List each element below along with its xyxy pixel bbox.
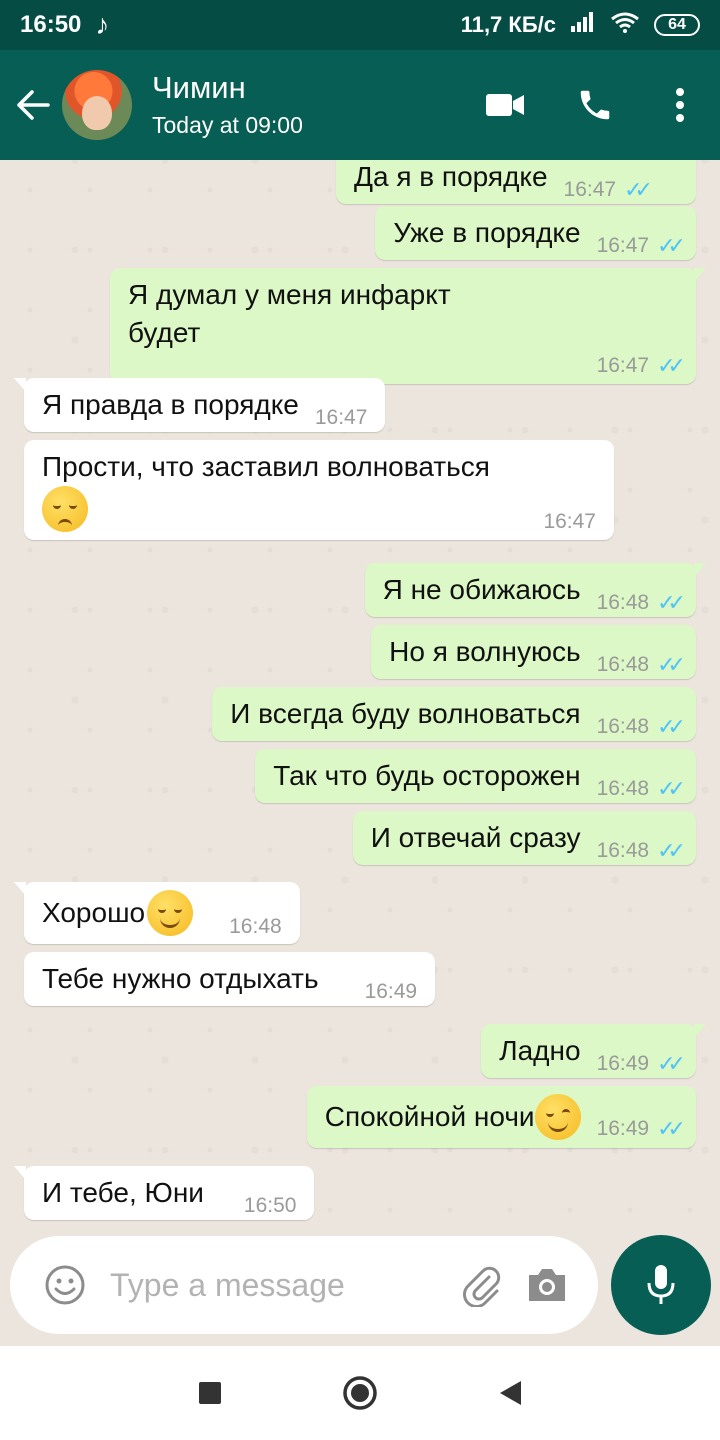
message-incoming[interactable]: Хорошо 16:48 bbox=[0, 882, 720, 944]
read-ticks-icon: ✓✓ bbox=[657, 652, 686, 677]
message-text: Прости, что заставил волноваться bbox=[42, 451, 490, 482]
pensive-face-emoji-icon bbox=[42, 486, 88, 532]
message-time: 16:47 bbox=[596, 354, 650, 377]
home-icon[interactable] bbox=[285, 1346, 435, 1440]
message-incoming[interactable]: Я правда в порядке 16:47 bbox=[0, 378, 720, 432]
more-options-icon[interactable] bbox=[640, 50, 720, 160]
contact-name: Чимин bbox=[152, 70, 246, 105]
message-outgoing[interactable]: Так что будь осторожен 16:48 ✓✓ bbox=[0, 749, 720, 803]
battery-icon: 64 bbox=[654, 14, 700, 36]
message-incoming[interactable]: Тебе нужно отдыхать 16:49 bbox=[0, 952, 720, 1006]
message-text: Тебе нужно отдыхать bbox=[42, 963, 319, 994]
message-text: И отвечай сразу bbox=[370, 822, 581, 853]
message-text: Но я волнуюсь bbox=[389, 636, 581, 667]
message-outgoing[interactable]: Я не обижаюсь 16:48 ✓✓ bbox=[0, 563, 720, 617]
message-text: И тебе, Юни bbox=[42, 1177, 204, 1208]
status-bar: 16:50 ♪ 11,7 КБ/с 64 bbox=[0, 0, 720, 50]
read-ticks-icon: ✓✓ bbox=[624, 177, 653, 202]
back-icon[interactable] bbox=[435, 1346, 585, 1440]
message-time: 16:50 bbox=[243, 1194, 297, 1217]
message-time: 16:47 bbox=[596, 234, 650, 257]
message-time: 16:48 bbox=[596, 715, 650, 738]
message-text: Я правда в порядке bbox=[42, 389, 299, 420]
message-time: 16:49 bbox=[596, 1117, 650, 1140]
smiling-face-emoji-icon bbox=[147, 890, 194, 936]
read-ticks-icon: ✓✓ bbox=[657, 776, 686, 801]
message-composer bbox=[10, 1236, 598, 1334]
message-text: Я думал у меня инфаркт будет bbox=[128, 279, 451, 348]
message-list[interactable]: Да я в порядке 16:47 ✓✓ Уже в порядке 16:… bbox=[0, 160, 720, 1230]
message-outgoing[interactable]: Я думал у меня инфаркт будет 16:47 ✓✓ bbox=[0, 268, 720, 384]
message-outgoing[interactable]: Спокойной ночи 16:49 ✓✓ bbox=[0, 1086, 720, 1148]
winking-face-emoji-icon bbox=[534, 1094, 581, 1140]
message-outgoing[interactable]: Да я в порядке 16:47 ✓✓ bbox=[0, 160, 720, 204]
message-text: Хорошо bbox=[42, 897, 146, 928]
read-ticks-icon: ✓✓ bbox=[657, 233, 686, 258]
message-outgoing[interactable]: И отвечай сразу 16:48 ✓✓ bbox=[0, 811, 720, 865]
message-time: 16:48 bbox=[596, 653, 650, 676]
microphone-icon bbox=[647, 1265, 675, 1304]
voice-record-button[interactable] bbox=[611, 1235, 711, 1335]
message-outgoing[interactable]: Уже в порядке 16:47 ✓✓ bbox=[0, 206, 720, 260]
message-time: 16:48 bbox=[596, 839, 650, 862]
read-ticks-icon: ✓✓ bbox=[657, 714, 686, 739]
phone-icon[interactable] bbox=[550, 50, 640, 160]
attach-icon[interactable] bbox=[454, 1258, 508, 1312]
contact-last-seen: Today at 09:00 bbox=[152, 112, 303, 138]
message-incoming[interactable]: И тебе, Юни 16:50 bbox=[0, 1166, 720, 1220]
message-time: 16:48 bbox=[596, 777, 650, 800]
message-text: Так что будь осторожен bbox=[273, 760, 581, 791]
read-ticks-icon: ✓✓ bbox=[657, 1116, 686, 1141]
message-time: 16:47 bbox=[543, 510, 596, 533]
back-arrow-icon[interactable] bbox=[4, 50, 62, 160]
read-ticks-icon: ✓✓ bbox=[657, 1051, 686, 1076]
wifi-icon bbox=[610, 11, 640, 40]
message-time: 16:49 bbox=[596, 1052, 650, 1075]
message-text: И всегда буду волноваться bbox=[230, 698, 581, 729]
message-incoming[interactable]: Прости, что заставил волноваться 16:47 bbox=[0, 440, 720, 540]
system-navigation-bar bbox=[0, 1346, 720, 1440]
video-call-icon[interactable] bbox=[460, 50, 550, 160]
message-text: Спокойной ночи bbox=[324, 1101, 535, 1132]
message-text: Я не обижаюсь bbox=[382, 574, 581, 605]
network-speed: 11,7 КБ/с bbox=[460, 12, 556, 37]
message-time: 16:48 bbox=[596, 591, 650, 614]
chat-header: Чимин Today at 09:00 bbox=[0, 50, 720, 160]
message-text: Да я в порядке bbox=[354, 161, 548, 192]
message-time: 16:48 bbox=[229, 915, 282, 938]
camera-icon[interactable] bbox=[520, 1258, 574, 1312]
signal-icon bbox=[570, 11, 596, 40]
message-text: Уже в порядке bbox=[393, 217, 581, 248]
status-time: 16:50 bbox=[20, 11, 82, 38]
avatar[interactable] bbox=[62, 70, 132, 140]
read-ticks-icon: ✓✓ bbox=[657, 353, 686, 378]
music-note-icon: ♪ bbox=[95, 9, 110, 40]
message-input[interactable] bbox=[108, 1265, 454, 1305]
message-outgoing[interactable]: Ладно 16:49 ✓✓ bbox=[0, 1024, 720, 1078]
contact-info[interactable]: Чимин Today at 09:00 bbox=[152, 68, 460, 142]
read-ticks-icon: ✓✓ bbox=[657, 590, 686, 615]
message-time: 16:47 bbox=[563, 178, 617, 201]
message-time: 16:47 bbox=[314, 406, 368, 429]
message-text: Ладно bbox=[499, 1035, 581, 1066]
message-time: 16:49 bbox=[364, 980, 418, 1003]
emoji-icon[interactable] bbox=[38, 1258, 92, 1312]
message-outgoing[interactable]: И всегда буду волноваться 16:48 ✓✓ bbox=[0, 687, 720, 741]
recent-apps-icon[interactable] bbox=[135, 1346, 285, 1440]
message-outgoing[interactable]: Но я волнуюсь 16:48 ✓✓ bbox=[0, 625, 720, 679]
read-ticks-icon: ✓✓ bbox=[657, 838, 686, 863]
